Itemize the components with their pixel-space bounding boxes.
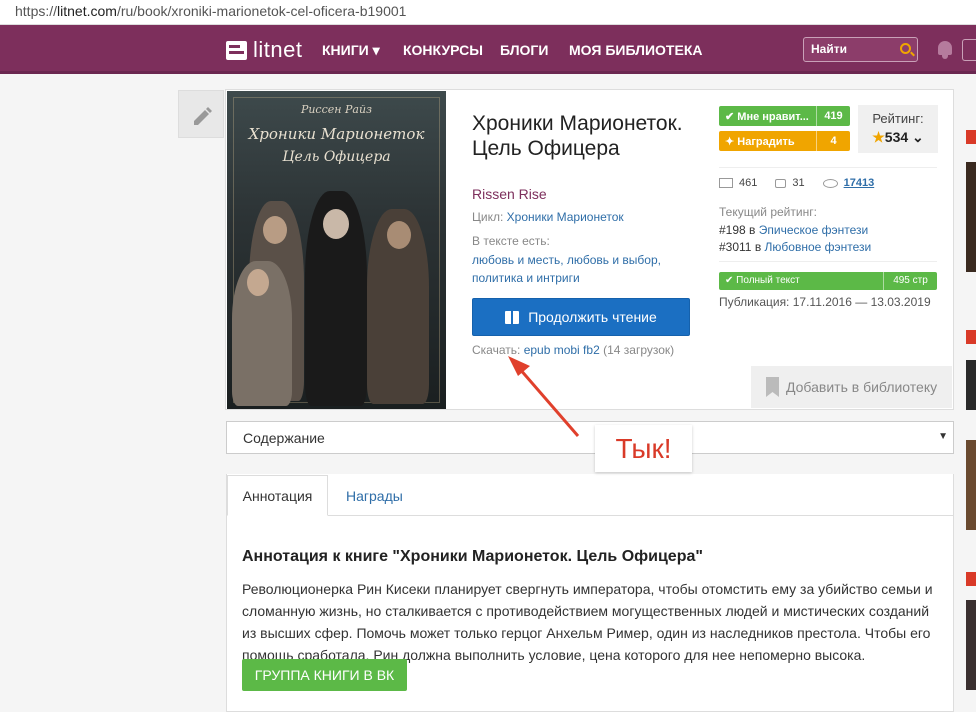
rating-box[interactable]: Рейтинг: ★534 ⌄ — [858, 105, 938, 153]
menu-my-library[interactable]: МОЯ БИБЛИОТЕКА — [569, 42, 702, 58]
contents-select[interactable]: Содержание ▼ — [226, 421, 954, 454]
book-cover[interactable]: Риссен Райз Хроники Марионеток Цель Офиц… — [227, 91, 446, 409]
open-book-icon — [505, 310, 520, 324]
menu-books[interactable]: КНИГИ ▾ — [322, 42, 380, 59]
check-icon: ✔ — [725, 275, 737, 286]
cover-head-right — [387, 221, 411, 249]
tab-annotation[interactable]: Аннотация — [227, 475, 328, 516]
star-icon: ★ — [872, 129, 885, 145]
like-label: Мне нравит... — [737, 111, 809, 123]
rating-value-row: ★534 ⌄ — [858, 129, 938, 146]
search-placeholder: Найти — [811, 42, 847, 56]
fulltext-pages: 495 стр — [883, 272, 937, 290]
sidebar-edge-item — [966, 360, 976, 410]
tab-divider — [226, 515, 954, 516]
check-icon: ✔ — [725, 111, 738, 123]
add-to-library-label: Добавить в библиотеку — [786, 379, 938, 395]
rating-label: Рейтинг: — [872, 111, 924, 126]
continue-reading-label: Продолжить чтение — [528, 309, 657, 325]
comments-count: 31 — [792, 177, 805, 189]
logo-icon — [226, 40, 247, 60]
bell-icon[interactable] — [937, 41, 953, 59]
divider — [719, 261, 937, 262]
sidebar-edge-item — [966, 572, 976, 586]
bookmark-icon — [766, 377, 779, 397]
fulltext-badge: ✔ Полный текст 495 стр — [719, 272, 937, 290]
download-label: Скачать: — [472, 343, 521, 357]
chevron-down-icon: ▼ — [938, 431, 948, 442]
pages-icon — [719, 178, 733, 188]
rank-row-1: #198 в Эпическое фэнтези — [719, 223, 868, 237]
divider — [719, 167, 937, 168]
cover-author: Риссен Райз — [300, 103, 373, 116]
add-to-library-button[interactable]: Добавить в библиотеку — [751, 366, 952, 408]
comment-icon — [775, 178, 787, 188]
chevron-down-icon: ⌄ — [912, 129, 924, 145]
search-input[interactable]: Найти — [803, 37, 918, 62]
like-count: 419 — [816, 106, 850, 126]
download-row: Скачать: epub mobi fb2 (14 загрузок) — [472, 343, 674, 357]
vk-group-button[interactable]: ГРУППА КНИГИ В ВК — [242, 659, 407, 691]
award-icon: ✦ — [725, 136, 738, 148]
cover-title-1: Хроники Марионеток — [248, 125, 425, 143]
cycle-link[interactable]: Хроники Марионеток — [507, 210, 624, 224]
reward-label-wrap: ✦ Наградить — [725, 135, 795, 148]
rank-2-in: в — [754, 240, 762, 254]
continue-reading-button[interactable]: Продолжить чтение — [472, 298, 690, 336]
logo-text: litnet — [253, 37, 303, 62]
publication-dates: Публикация: 17.11.2016 — 13.03.2019 — [719, 295, 931, 309]
rank-1-in: в — [749, 223, 756, 237]
sidebar-edge-item — [966, 440, 976, 530]
fulltext-label-wrap: ✔ Полный текст — [725, 275, 800, 286]
address-bar[interactable]: https://litnet.com/ru/book/xroniki-mario… — [0, 0, 976, 25]
annotation-title: Аннотация к книге "Хроники Марионеток. Ц… — [242, 548, 703, 565]
sidebar-edge-item — [966, 600, 976, 690]
fulltext-label: Полный текст — [736, 275, 800, 286]
genre-link-1[interactable]: Эпическое фэнтези — [759, 223, 868, 237]
cycle-label: Цикл: — [472, 210, 504, 224]
book-title: Хроники Марионеток. Цель Офицера — [472, 112, 683, 160]
top-navbar: litnet КНИГИ ▾ КОНКУРСЫ БЛОГИ МОЯ БИБЛИО… — [0, 25, 976, 74]
cover-title-2: Цель Офицера — [282, 149, 391, 165]
cycle-row: Цикл: Хроники Марионеток — [472, 210, 624, 224]
cover-head-center — [323, 209, 349, 239]
menu-contests[interactable]: КОНКУРСЫ — [403, 42, 483, 58]
rank-row-2: #3011 в Любовное фэнтези — [719, 240, 871, 254]
contents-label: Содержание — [243, 430, 325, 446]
annotation-tooltip: Тык! — [595, 425, 692, 472]
reward-label: Наградить — [737, 136, 795, 148]
tags-links[interactable]: любовь и месть, любовь и выбор, политика… — [472, 251, 672, 287]
like-label-wrap: ✔ Мне нравит... — [725, 110, 809, 123]
views-count[interactable]: 17413 — [844, 177, 875, 189]
pages-count: 461 — [739, 177, 758, 189]
sidebar-edge-item — [966, 330, 976, 344]
tags-label: В тексте есть: — [472, 234, 550, 248]
rating-value: 534 — [884, 129, 909, 145]
current-rating-label: Текущий рейтинг: — [719, 205, 817, 219]
reward-button[interactable]: ✦ Наградить 4 — [719, 131, 850, 151]
sidebar-edge-item — [966, 162, 976, 272]
cover-head-left — [263, 216, 287, 244]
cover-head-front — [247, 269, 269, 296]
rank-1: #198 — [719, 223, 746, 237]
like-button[interactable]: ✔ Мне нравит... 419 — [719, 106, 850, 126]
edit-button[interactable] — [178, 90, 224, 138]
annotation-text: Революционерка Рин Кисеки планирует свер… — [242, 581, 933, 663]
author-link[interactable]: Rissen Rise — [472, 186, 547, 202]
tab-awards[interactable]: Награды — [346, 488, 403, 504]
user-menu-edge[interactable] — [962, 39, 976, 61]
pencil-icon — [194, 107, 212, 125]
logo[interactable]: litnet — [226, 37, 303, 62]
genre-link-2[interactable]: Любовное фэнтези — [765, 240, 872, 254]
download-count: (14 загрузок) — [603, 343, 675, 357]
reward-count: 4 — [816, 131, 850, 151]
eye-icon — [822, 178, 838, 188]
url-text: https://litnet.com/ru/book/xroniki-mario… — [15, 3, 407, 19]
stats-row: 461 31 17413 — [719, 177, 874, 189]
rank-2: #3011 — [719, 240, 752, 254]
download-formats[interactable]: epub mobi fb2 — [524, 343, 600, 357]
menu-blogs[interactable]: БЛОГИ — [500, 42, 548, 58]
search-icon[interactable] — [900, 43, 911, 54]
sidebar-edge-item — [966, 130, 976, 144]
